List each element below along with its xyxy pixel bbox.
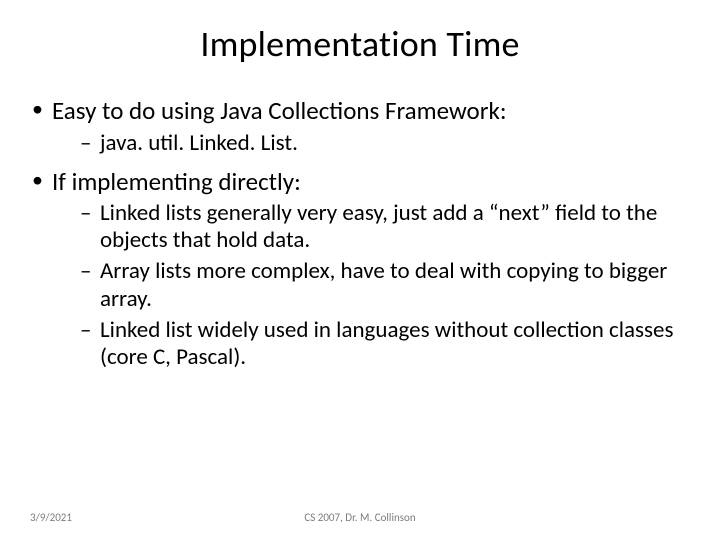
sub-list: Linked lists generally very easy, just a…: [52, 200, 692, 371]
list-item: java. util. Linked. List.: [78, 130, 692, 157]
list-item: Linked lists generally very easy, just a…: [78, 200, 692, 254]
page-title: Implementation Time: [28, 22, 692, 66]
bullet-text: If implementing directly:: [52, 166, 301, 197]
list-item: If implementing directly: Linked lists g…: [28, 167, 692, 371]
list-item: Array lists more complex, have to deal w…: [78, 258, 692, 312]
bullet-text: Easy to do using Java Collections Framew…: [52, 95, 507, 126]
footer-course: CS 2007, Dr. M. Collinson: [0, 511, 720, 524]
slide-body: Easy to do using Java Collections Framew…: [28, 96, 692, 371]
slide: Implementation Time Easy to do using Jav…: [0, 0, 720, 540]
bullet-list: Easy to do using Java Collections Framew…: [28, 96, 692, 371]
list-item: Linked list widely used in languages wit…: [78, 317, 692, 371]
list-item: Easy to do using Java Collections Framew…: [28, 96, 692, 157]
sub-list: java. util. Linked. List.: [52, 130, 692, 157]
